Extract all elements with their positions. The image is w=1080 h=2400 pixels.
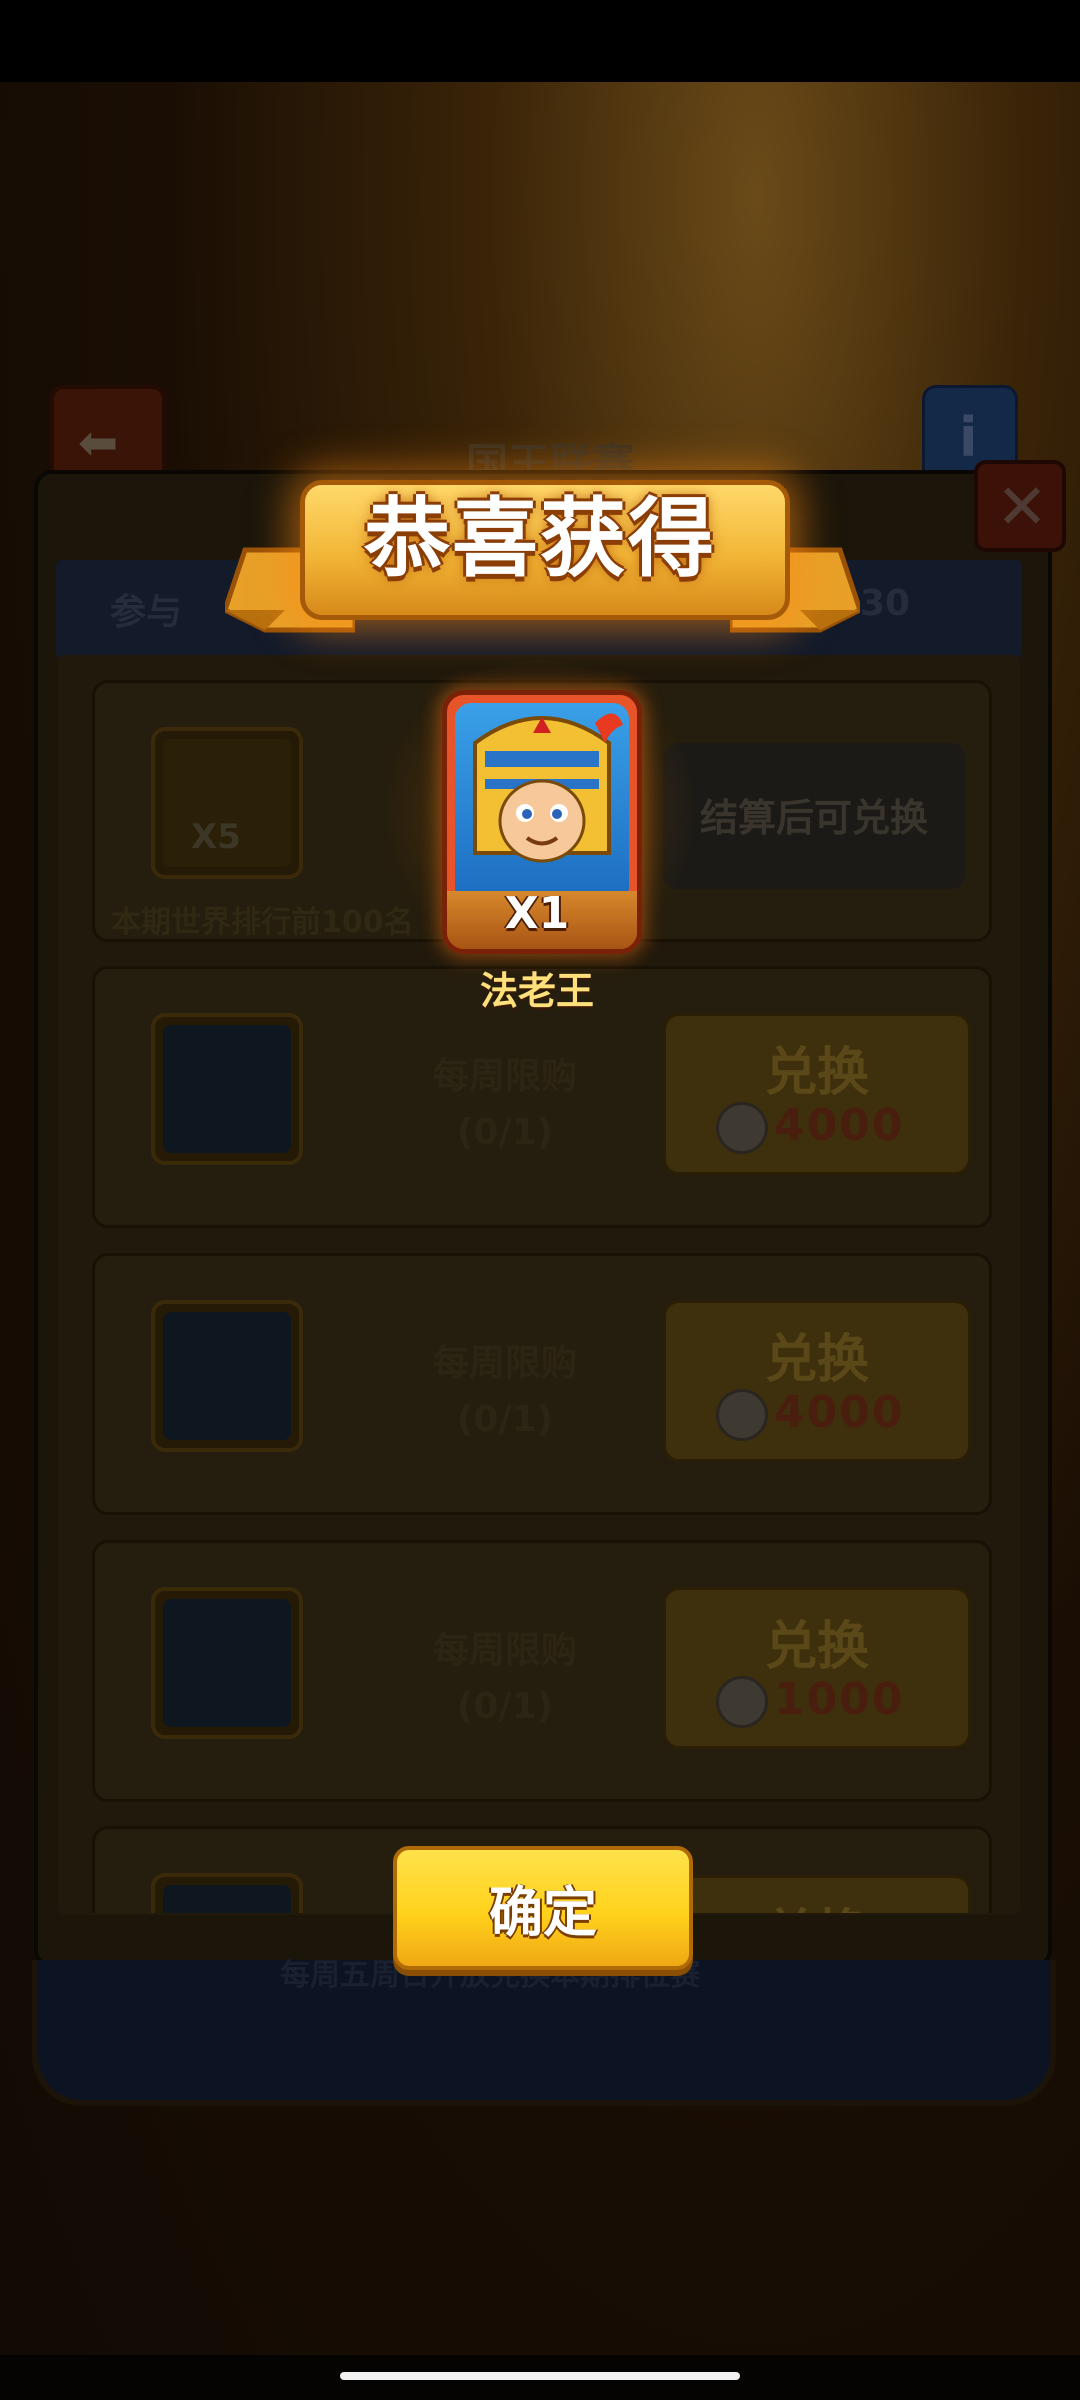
weekly-limit-value: (0/1) xyxy=(456,1399,554,1440)
settle-exchange-button[interactable]: 结算后可兑换 xyxy=(663,743,965,889)
exchange-price: 4000 xyxy=(774,1387,905,1438)
weekly-limit-label: 每周限购 xyxy=(432,1343,577,1384)
info-icon: i xyxy=(959,406,978,469)
green-chest-icon xyxy=(151,1587,303,1739)
reward-description: 本期世界排行前100名 xyxy=(111,905,414,940)
treasure-chest-icon xyxy=(151,1013,303,1165)
status-bar xyxy=(0,0,1080,82)
exchange-button[interactable]: 兑换 4000 xyxy=(663,1300,971,1462)
exchange-button-label: 兑换 xyxy=(764,1617,869,1677)
close-icon: ✕ xyxy=(996,470,1048,543)
home-indicator[interactable] xyxy=(340,2372,740,2380)
confirm-button-label: 确定 xyxy=(489,1881,597,1944)
panel-info-label: 参与 xyxy=(110,592,183,633)
back-arrow-icon: ⬅ xyxy=(78,415,119,471)
pharaoh-portrait-art xyxy=(473,713,623,863)
pharaoh-hero-icon xyxy=(455,703,629,903)
reward-count: X1 xyxy=(504,888,570,939)
crown-icon xyxy=(151,1300,303,1452)
coin-icon xyxy=(716,1389,768,1441)
popup-title: 恭喜获得 xyxy=(364,489,716,589)
exchange-price: 4000 xyxy=(774,1100,905,1151)
weekly-limit-value: (0/1) xyxy=(456,1686,554,1727)
weekly-limit-label: 每周限购 xyxy=(432,1056,577,1097)
exchange-button-label: 兑换 xyxy=(764,1043,869,1103)
exchange-button[interactable]: 兑换 1000 xyxy=(663,1587,971,1749)
exchange-button[interactable]: 兑换 4000 xyxy=(663,1013,971,1175)
panel-close-button[interactable]: ✕ xyxy=(974,460,1066,552)
exchange-button-label: 兑换 xyxy=(666,1892,968,1913)
reward-name: 法老王 xyxy=(479,969,594,1013)
exchange-button-label: 兑换 xyxy=(764,1330,869,1390)
weekly-limit-label: 每周限购 xyxy=(432,1630,577,1671)
panel-info-value: 30 xyxy=(860,583,911,624)
reward-count: X5 xyxy=(191,817,241,857)
exchange-item: 每周限购 (0/1) 兑换 1000 xyxy=(92,1540,992,1802)
weekly-limit-value: (0/1) xyxy=(456,1112,554,1153)
exchange-button[interactable]: 兑换 xyxy=(663,1875,971,1913)
settle-exchange-label: 结算后可兑换 xyxy=(699,796,928,840)
exchange-price: 1000 xyxy=(774,1674,905,1725)
item-icon xyxy=(151,1873,303,1913)
coin-icon xyxy=(716,1102,768,1154)
confirm-button[interactable]: 确定 xyxy=(393,1846,693,1970)
exchange-item: 每周限购 (0/1) 兑换 4000 xyxy=(92,1253,992,1515)
coin-icon xyxy=(716,1676,768,1728)
